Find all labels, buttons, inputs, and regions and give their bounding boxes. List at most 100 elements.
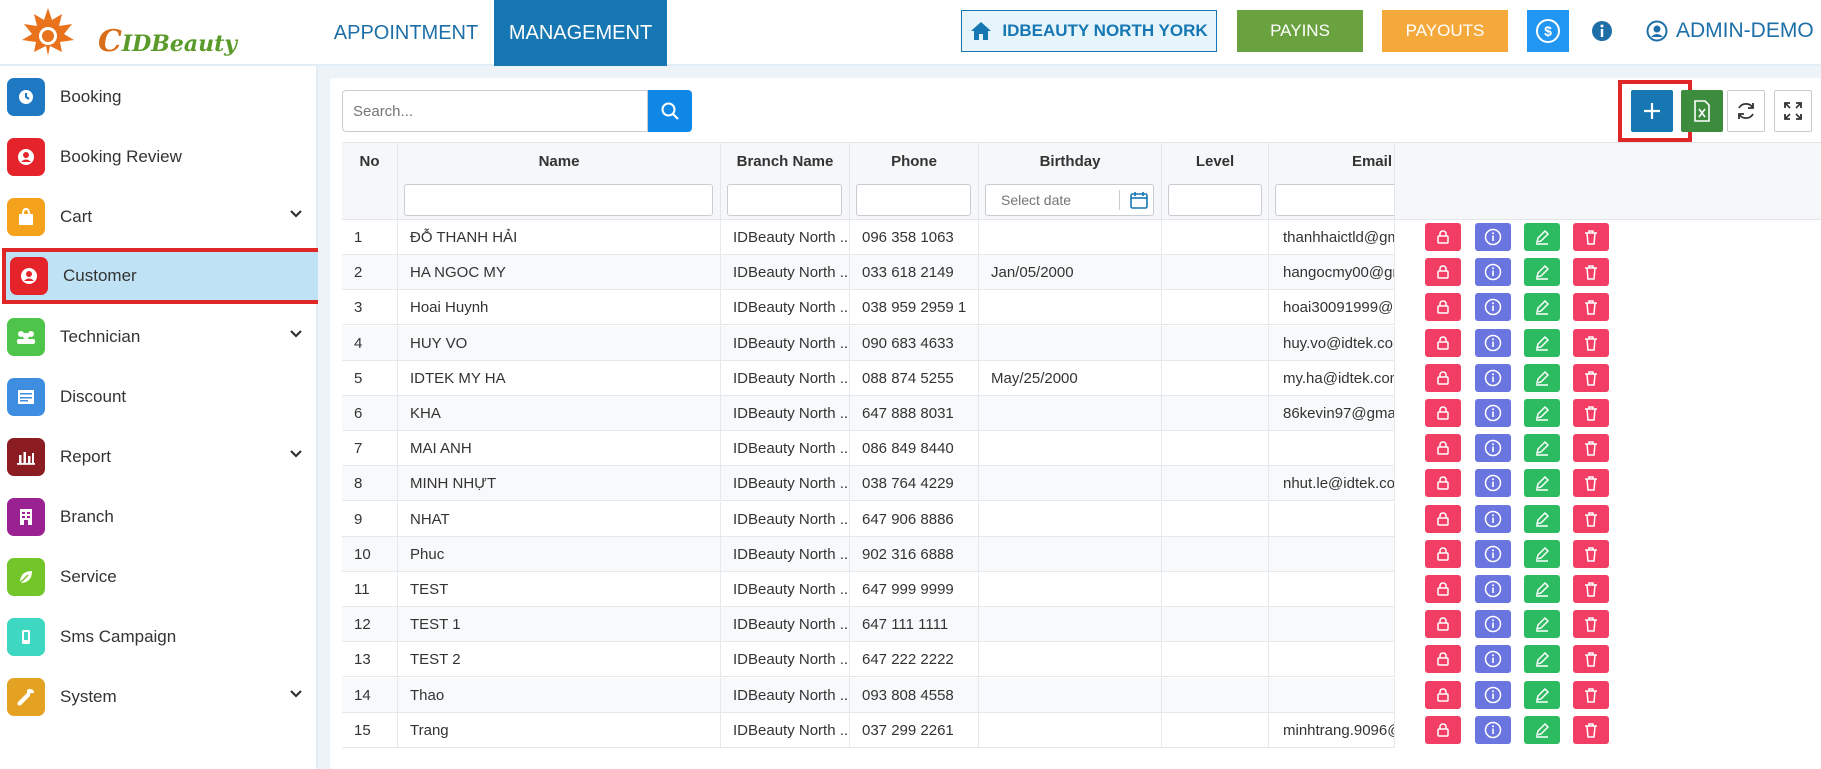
lock-button[interactable] [1425,434,1461,463]
lock-button[interactable] [1425,399,1461,427]
col-header-branch[interactable]: Branch Name [720,143,849,181]
col-header-phone[interactable]: Phone [849,143,978,181]
edit-button[interactable] [1524,223,1560,251]
lock-button[interactable] [1425,680,1461,709]
export-excel-button[interactable] [1681,90,1723,132]
table-row[interactable]: 15 Trang IDBeauty North ... 037 299 2261 min… [342,712,1821,748]
col-header-email[interactable]: Email [1268,143,1394,181]
edit-button[interactable] [1524,715,1560,744]
user-menu[interactable]: ADMIN-DEMO [1646,10,1814,52]
delete-button[interactable] [1573,258,1609,287]
detail-button[interactable] [1475,363,1511,392]
delete-button[interactable] [1573,399,1609,427]
delete-button[interactable] [1573,434,1609,463]
edit-button[interactable] [1524,645,1560,674]
detail-button[interactable] [1475,223,1511,251]
edit-button[interactable] [1524,575,1560,603]
table-row[interactable]: 8 MINH NHỰT IDBeauty North ... 038 764 4229… [342,466,1821,502]
detail-button[interactable] [1475,258,1511,287]
filter-name-input[interactable] [404,184,713,216]
filter-email-input[interactable] [1275,184,1394,216]
table-row[interactable]: 12 TEST 1 IDBeauty North ... 647 111 1111 [342,607,1821,643]
sidebar-item-cart[interactable]: Cart [3,189,321,245]
delete-button[interactable] [1573,328,1609,357]
edit-button[interactable] [1524,363,1560,392]
detail-button[interactable] [1475,399,1511,427]
sidebar-item-booking[interactable]: Booking [3,69,321,125]
col-header-level[interactable]: Level [1161,143,1268,181]
lock-button[interactable] [1425,258,1461,287]
delete-button[interactable] [1573,715,1609,744]
lock-button[interactable] [1425,575,1461,603]
table-row[interactable]: 4 HUY VO IDBeauty North ... 090 683 4633 huy… [342,325,1821,361]
lock-button[interactable] [1425,539,1461,568]
lock-button[interactable] [1425,645,1461,674]
sidebar-item-report[interactable]: Report [3,429,321,485]
edit-button[interactable] [1524,258,1560,287]
filter-level-input[interactable] [1168,184,1262,216]
delete-button[interactable] [1573,575,1609,603]
detail-button[interactable] [1475,293,1511,322]
sidebar-item-booking-review[interactable]: Booking Review [3,129,321,185]
sidebar-item-discount[interactable]: Discount [3,369,321,425]
lock-button[interactable] [1425,504,1461,533]
table-row[interactable]: 13 TEST 2 IDBeauty North ... 647 222 2222 [342,642,1821,678]
delete-button[interactable] [1573,610,1609,639]
table-row[interactable]: 5 IDTEK MY HA IDBeauty North ... 088 874 52… [342,360,1821,396]
delete-button[interactable] [1573,363,1609,392]
lock-button[interactable] [1425,223,1461,251]
branch-selector-button[interactable]: IDBEAUTY NORTH YORK [961,10,1217,52]
logo[interactable]: CIDBeauty [18,6,237,59]
payment-button[interactable]: $ [1527,10,1569,52]
table-row[interactable]: 14 Thao IDBeauty North ... 093 808 4558 [342,677,1821,713]
refresh-button[interactable] [1727,90,1765,132]
edit-button[interactable] [1524,469,1560,498]
detail-button[interactable] [1475,504,1511,533]
detail-button[interactable] [1475,328,1511,357]
sidebar-item-service[interactable]: Service [3,549,321,605]
detail-button[interactable] [1475,469,1511,498]
col-header-no[interactable]: No [342,143,397,181]
edit-button[interactable] [1524,293,1560,322]
detail-button[interactable] [1475,434,1511,463]
detail-button[interactable] [1475,610,1511,639]
filter-phone-input[interactable] [856,184,971,216]
lock-button[interactable] [1425,328,1461,357]
table-row[interactable]: 11 TEST IDBeauty North ... 647 999 9999 [342,572,1821,607]
detail-button[interactable] [1475,645,1511,674]
calendar-icon[interactable] [1129,191,1149,209]
lock-button[interactable] [1425,293,1461,322]
delete-button[interactable] [1573,645,1609,674]
delete-button[interactable] [1573,293,1609,322]
filter-branch-input[interactable] [727,184,842,216]
detail-button[interactable] [1475,715,1511,744]
add-customer-button[interactable] [1631,90,1673,132]
payins-button[interactable]: PAYINS [1237,10,1363,52]
delete-button[interactable] [1573,469,1609,498]
edit-button[interactable] [1524,610,1560,639]
lock-button[interactable] [1425,469,1461,498]
info-button[interactable] [1588,17,1616,45]
detail-button[interactable] [1475,680,1511,709]
edit-button[interactable] [1524,504,1560,533]
tab-management[interactable]: MANAGEMENT [494,0,667,66]
delete-button[interactable] [1573,680,1609,709]
edit-button[interactable] [1524,328,1560,357]
sidebar-item-system[interactable]: System [3,669,321,725]
table-row[interactable]: 10 Phuc IDBeauty North ... 902 316 6888 [342,536,1821,572]
edit-button[interactable] [1524,434,1560,463]
table-row[interactable]: 3 Hoai Huynh IDBeauty North ... 038 959 295… [342,290,1821,326]
edit-button[interactable] [1524,539,1560,568]
lock-button[interactable] [1425,715,1461,744]
sidebar-item-customer[interactable]: Customer [2,248,322,304]
edit-button[interactable] [1524,399,1560,427]
table-row[interactable]: 2 HA NGOC MY IDBeauty North ... 033 618 214… [342,255,1821,291]
payouts-button[interactable]: PAYOUTS [1382,10,1508,52]
lock-button[interactable] [1425,363,1461,392]
lock-button[interactable] [1425,610,1461,639]
tab-appointment[interactable]: APPOINTMENT [318,0,494,66]
edit-button[interactable] [1524,680,1560,709]
detail-button[interactable] [1475,575,1511,603]
delete-button[interactable] [1573,504,1609,533]
search-button[interactable] [648,90,692,132]
